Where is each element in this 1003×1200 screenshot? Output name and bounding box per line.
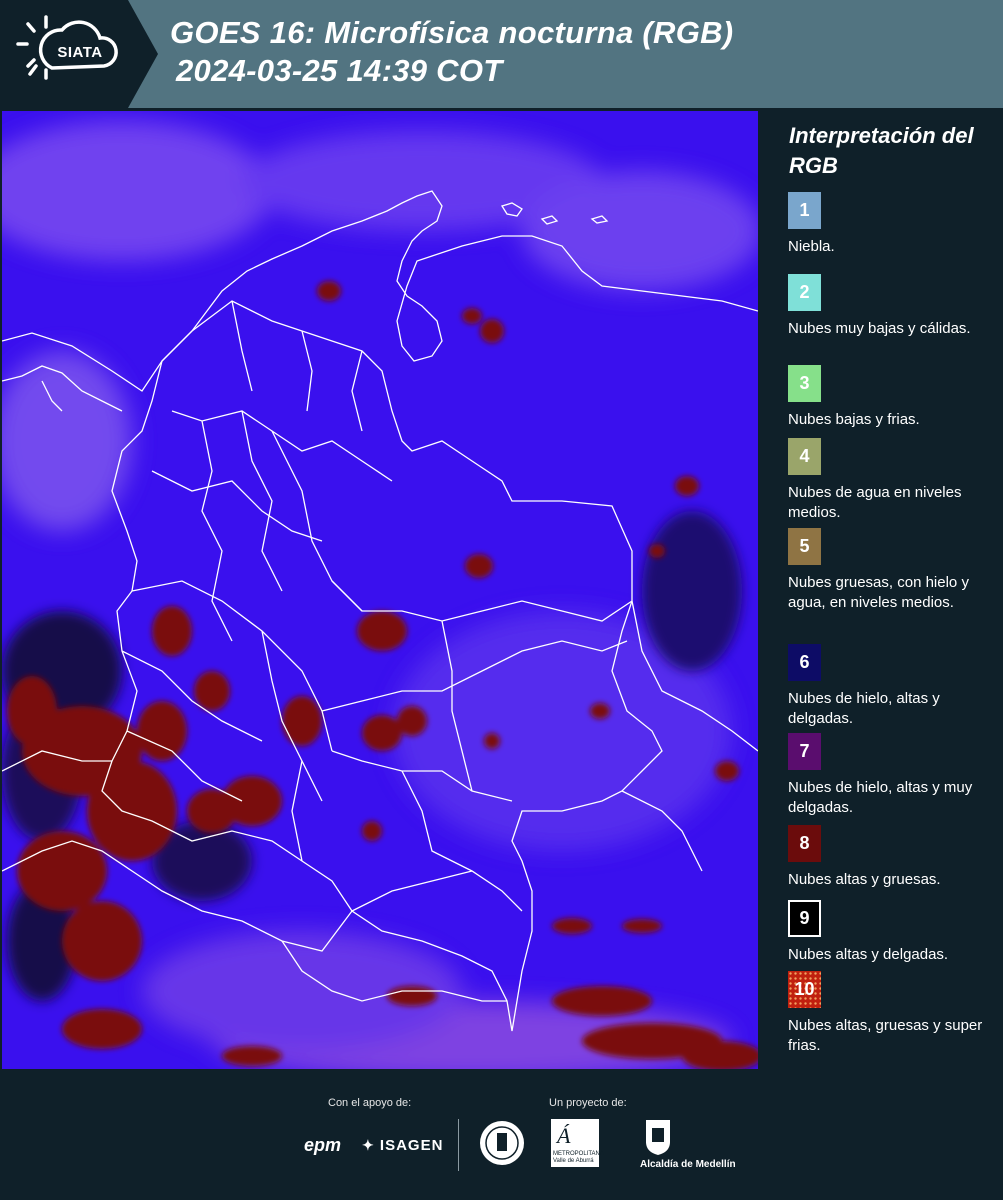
- legend-item-10: 10 Nubes altas, gruesas y super frias.: [788, 971, 998, 1056]
- seal-logo-icon[interactable]: [478, 1119, 526, 1167]
- legend-swatch-9: 9: [788, 900, 821, 937]
- legend-item-7: 7 Nubes de hielo, altas y muy delgadas.: [788, 733, 998, 818]
- area-caption: METROPOLITANA: [553, 1151, 604, 1157]
- area-logo-mark: Á: [557, 1123, 571, 1148]
- legend-swatch-10: 10: [788, 971, 821, 1008]
- legend-label-10: Nubes altas, gruesas y super frias.: [788, 1017, 983, 1054]
- logo-text: SIATA: [57, 44, 103, 61]
- siata-logo[interactable]: SIATA: [0, 0, 158, 108]
- project-label: Un proyecto de:: [549, 1097, 627, 1109]
- area-caption-2: Valle de Aburrá: [553, 1158, 594, 1164]
- legend-swatch-5: 5: [788, 528, 821, 565]
- legend-swatch-2: 2: [788, 274, 821, 311]
- legend-label-4: Nubes de agua en niveles medios.: [788, 484, 962, 521]
- legend-swatch-1: 1: [788, 192, 821, 229]
- rgb-satellite-image: [2, 111, 758, 1069]
- footer: Con el apoyo de: Un proyecto de: epm ✦ I…: [0, 1071, 1003, 1200]
- support-label: Con el apoyo de:: [328, 1097, 412, 1109]
- epm-logo[interactable]: epm: [304, 1135, 341, 1156]
- legend-item-4: 4 Nubes de agua en niveles medios.: [788, 438, 998, 523]
- isagen-mark-icon: ✦: [362, 1137, 375, 1153]
- legend-label-7: Nubes de hielo, altas y muy delgadas.: [788, 779, 973, 816]
- legend-swatch-3: 3: [788, 365, 821, 402]
- alcaldia-shield-icon[interactable]: [644, 1118, 672, 1156]
- legend-item-5: 5 Nubes gruesas, con hielo y agua, en niv…: [788, 528, 998, 613]
- legend-title: Interpretación del RGB: [789, 123, 974, 178]
- satellite-map[interactable]: [2, 111, 758, 1069]
- legend-label-1: Niebla.: [788, 238, 835, 255]
- alcaldia-caption: Alcaldía de Medellín: [640, 1159, 736, 1170]
- title-line-1: GOES 16: Microfísica nocturna (RGB): [170, 15, 734, 50]
- legend-swatch-4: 4: [788, 438, 821, 475]
- legend-item-1: 1 Niebla.: [788, 192, 998, 257]
- area-metropolitana-logo[interactable]: Á METROPOLITANA Valle de Aburrá: [551, 1119, 604, 1167]
- legend-label-8: Nubes altas y gruesas.: [788, 871, 941, 888]
- legend-item-2: 2 Nubes muy bajas y cálidas.: [788, 274, 998, 339]
- legend-item-6: 6 Nubes de hielo, altas y delgadas.: [788, 644, 998, 729]
- legend-swatch-6: 6: [788, 644, 821, 681]
- title-line-2: 2024-03-25 14:39 COT: [176, 53, 503, 88]
- legend-item-8: 8 Nubes altas y gruesas.: [788, 825, 998, 890]
- legend-swatch-8: 8: [788, 825, 821, 862]
- page-title: GOES 16: Microfísica nocturna (RGB) 2024…: [170, 14, 733, 90]
- legend-panel: Interpretación del RGB 1 Niebla. 2 Nubes mu…: [762, 111, 1002, 1069]
- legend-item-9: 9 Nubes altas y delgadas.: [788, 900, 998, 965]
- footer-divider: [458, 1119, 459, 1171]
- legend-item-3: 3 Nubes bajas y frias.: [788, 365, 998, 430]
- isagen-text: ISAGEN: [379, 1137, 444, 1154]
- isagen-logo[interactable]: ✦ ISAGEN: [362, 1137, 443, 1154]
- legend-swatch-7: 7: [788, 733, 821, 770]
- legend-label-5: Nubes gruesas, con hielo y agua, en nive…: [788, 574, 969, 611]
- legend-label-3: Nubes bajas y frias.: [788, 411, 920, 428]
- legend-label-2: Nubes muy bajas y cálidas.: [788, 320, 971, 337]
- legend-label-6: Nubes de hielo, altas y delgadas.: [788, 690, 940, 727]
- legend-label-9: Nubes altas y delgadas.: [788, 946, 949, 963]
- header: SIATA GOES 16: Microfísica nocturna (RGB…: [0, 0, 1003, 108]
